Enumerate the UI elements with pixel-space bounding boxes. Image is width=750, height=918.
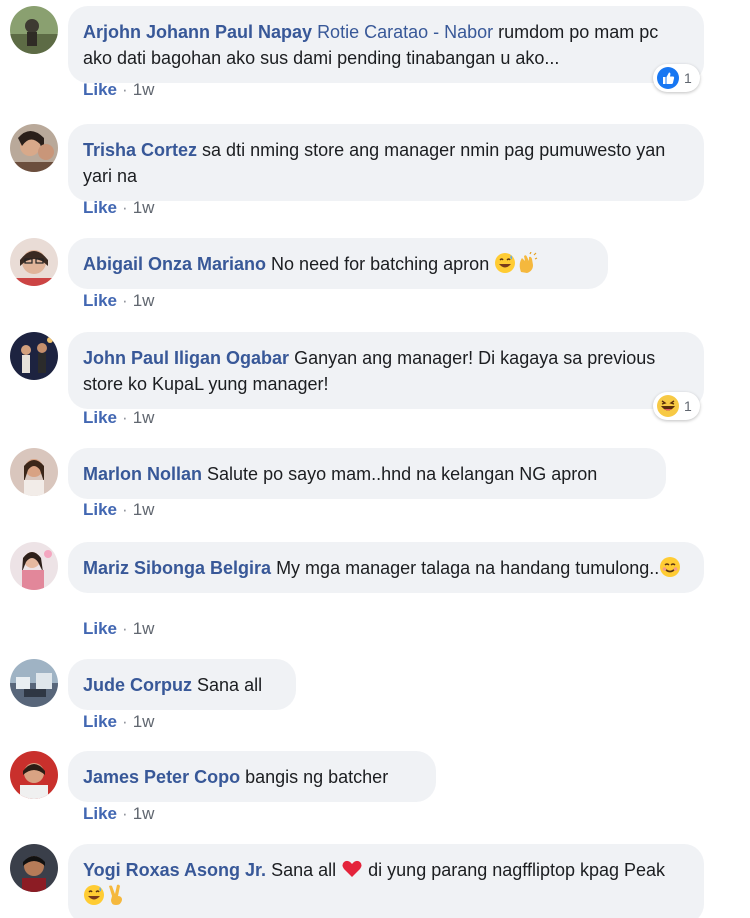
comment-text: No need for batching apron bbox=[271, 254, 490, 274]
separator-dot: · bbox=[122, 408, 128, 427]
comment-actions: Like · 1w bbox=[83, 712, 154, 732]
comment-author[interactable]: Abigail Onza Mariano bbox=[83, 254, 266, 274]
like-link[interactable]: Like bbox=[83, 500, 117, 519]
separator-dot: · bbox=[122, 619, 128, 638]
avatar[interactable] bbox=[10, 332, 58, 380]
smiling-face-emoji bbox=[659, 556, 681, 578]
avatar[interactable] bbox=[10, 238, 58, 286]
comment-bubble: Jude Corpuz Sana all bbox=[68, 659, 296, 710]
victory-hand-emoji bbox=[105, 884, 127, 906]
comment-bubble: Arjohn Johann Paul Napay Rotie Caratao -… bbox=[68, 6, 704, 83]
comment-actions: Like · 1w bbox=[83, 80, 154, 100]
mention-link[interactable]: Rotie Caratao - Nabor bbox=[317, 22, 493, 42]
comment-author[interactable]: Marlon Nollan bbox=[83, 464, 202, 484]
comment-timestamp[interactable]: 1w bbox=[133, 408, 155, 427]
grinning-sweat-emoji bbox=[83, 884, 105, 906]
clapping-hands-emoji bbox=[516, 252, 538, 274]
comment-author[interactable]: Mariz Sibonga Belgira bbox=[83, 558, 271, 578]
avatar[interactable] bbox=[10, 659, 58, 707]
comment-text: Sana all bbox=[271, 860, 337, 880]
comment-bubble: James Peter Copo bangis ng batcher bbox=[68, 751, 436, 802]
reaction-count-badge[interactable]: 1 bbox=[653, 392, 700, 420]
comment-bubble: John Paul Iligan Ogabar Ganyan ang manag… bbox=[68, 332, 704, 409]
avatar[interactable] bbox=[10, 844, 58, 892]
comment-author[interactable]: Arjohn Johann Paul Napay bbox=[83, 22, 312, 42]
red-heart-emoji bbox=[341, 858, 363, 880]
comment-text: My mga manager talaga na handang tumulon… bbox=[276, 558, 660, 578]
comment-timestamp[interactable]: 1w bbox=[133, 291, 155, 310]
comment-text: bangis ng batcher bbox=[245, 767, 389, 787]
separator-dot: · bbox=[122, 500, 128, 519]
comment-author[interactable]: Jude Corpuz bbox=[83, 675, 192, 695]
comment-actions: Like · 1w bbox=[83, 619, 154, 639]
separator-dot: · bbox=[122, 804, 128, 823]
comment-text: Salute po sayo mam..hnd na kelangan NG a… bbox=[207, 464, 598, 484]
comment-actions: Like · 1w bbox=[83, 291, 154, 311]
separator-dot: · bbox=[122, 291, 128, 310]
comment-author[interactable]: Yogi Roxas Asong Jr. bbox=[83, 860, 266, 880]
comment-bubble: Yogi Roxas Asong Jr. Sana all di yung pa… bbox=[68, 844, 704, 918]
like-link[interactable]: Like bbox=[83, 408, 117, 427]
avatar[interactable] bbox=[10, 448, 58, 496]
reaction-count: 1 bbox=[684, 398, 692, 414]
grinning-sweat-emoji bbox=[494, 252, 516, 274]
like-link[interactable]: Like bbox=[83, 291, 117, 310]
comment-timestamp[interactable]: 1w bbox=[133, 80, 155, 99]
reaction-count-badge[interactable]: 1 bbox=[653, 64, 700, 92]
like-link[interactable]: Like bbox=[83, 712, 117, 731]
comment-actions: Like · 1w bbox=[83, 408, 154, 428]
haha-reaction-icon bbox=[657, 395, 679, 417]
like-link[interactable]: Like bbox=[83, 804, 117, 823]
comment-actions: Like · 1w bbox=[83, 804, 154, 824]
comment-text-continued: di yung parang nagffliptop kpag Peak bbox=[368, 860, 666, 880]
avatar[interactable] bbox=[10, 751, 58, 799]
comment-text: Sana all bbox=[197, 675, 263, 695]
comment-actions: Like · 1w bbox=[83, 500, 154, 520]
like-link[interactable]: Like bbox=[83, 198, 117, 217]
separator-dot: · bbox=[122, 198, 128, 217]
separator-dot: · bbox=[122, 80, 128, 99]
comment-bubble: Mariz Sibonga Belgira My mga manager tal… bbox=[68, 542, 704, 593]
avatar[interactable] bbox=[10, 124, 58, 172]
comment-timestamp[interactable]: 1w bbox=[133, 198, 155, 217]
reaction-count: 1 bbox=[684, 70, 692, 86]
comment-timestamp[interactable]: 1w bbox=[133, 619, 155, 638]
like-link[interactable]: Like bbox=[83, 80, 117, 99]
comment-author[interactable]: John Paul Iligan Ogabar bbox=[83, 348, 289, 368]
comment-author[interactable]: Trisha Cortez bbox=[83, 140, 197, 160]
comment-bubble: Marlon Nollan Salute po sayo mam..hnd na… bbox=[68, 448, 666, 499]
separator-dot: · bbox=[122, 712, 128, 731]
comment-actions: Like · 1w bbox=[83, 198, 154, 218]
like-link[interactable]: Like bbox=[83, 619, 117, 638]
avatar[interactable] bbox=[10, 6, 58, 54]
avatar[interactable] bbox=[10, 542, 58, 590]
like-reaction-icon bbox=[657, 67, 679, 89]
comment-author[interactable]: James Peter Copo bbox=[83, 767, 240, 787]
comment-timestamp[interactable]: 1w bbox=[133, 500, 155, 519]
comment-bubble: Abigail Onza Mariano No need for batchin… bbox=[68, 238, 608, 289]
comment-timestamp[interactable]: 1w bbox=[133, 712, 155, 731]
comment-bubble: Trisha Cortez sa dti nming store ang man… bbox=[68, 124, 704, 201]
comment-timestamp[interactable]: 1w bbox=[133, 804, 155, 823]
